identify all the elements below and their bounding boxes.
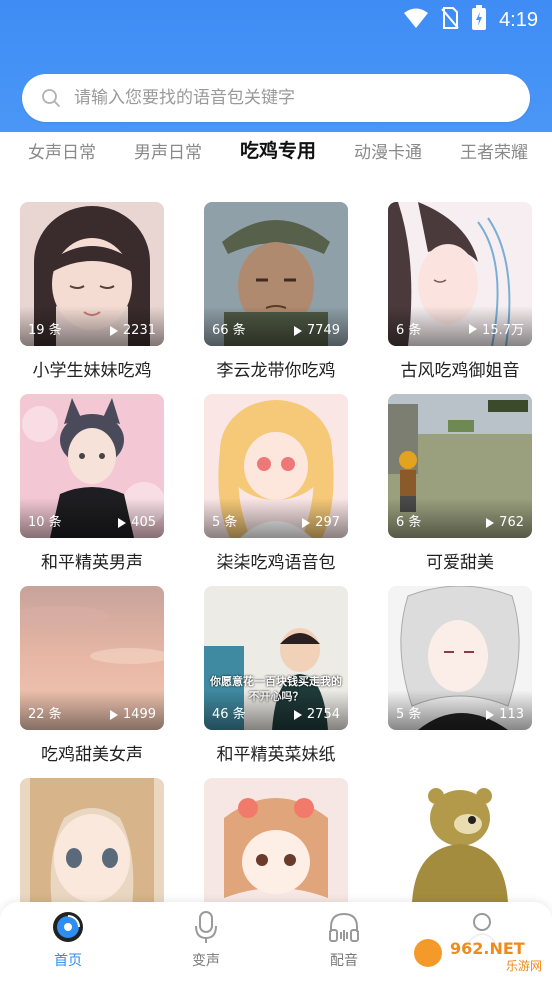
category-tabs: 女声日常 男声日常 吃鸡专用 动漫卡通 王者荣耀 <box>0 132 552 172</box>
voice-pack-card[interactable]: 66 条 7749 李云龙带你吃鸡 <box>204 202 348 381</box>
card-thumbnail <box>388 778 532 922</box>
watermark-badge: 962.NET 乐游网 <box>410 932 544 974</box>
clip-count: 66 条 <box>212 323 246 338</box>
search-icon <box>40 87 62 109</box>
card-title: 李云龙带你吃鸡 <box>216 361 336 381</box>
voice-pack-card[interactable]: 5 条 113 <box>388 586 532 740</box>
watermark-subtext: 乐游网 <box>506 959 542 973</box>
voice-pack-card[interactable]: 22 条 1499 吃鸡甜美女声 <box>20 586 164 765</box>
anime-girl-brown-hair-image <box>20 778 164 922</box>
card-thumbnail: 你愿意花一百块钱买走我的不开心吗？ 46 条 2754 <box>204 586 348 730</box>
voice-pack-grid: 19 条 2231 小学生妹妹吃鸡 66 条 7749 李云龙带你吃鸡 6 条 … <box>0 172 552 922</box>
search-input[interactable] <box>72 87 496 109</box>
voice-pack-card[interactable] <box>20 778 164 922</box>
play-count: 2231 <box>109 323 156 338</box>
play-count: 297 <box>302 515 340 530</box>
voice-pack-card[interactable]: 6 条 762 可爱甜美 <box>388 394 532 573</box>
play-icon <box>109 325 118 336</box>
play-icon <box>469 323 478 334</box>
nav-home[interactable]: 首页 <box>28 910 108 970</box>
battery-charging-icon <box>471 5 487 35</box>
card-thumbnail <box>204 778 348 922</box>
microphone-icon <box>195 911 217 943</box>
nav-voice-changer[interactable]: 变声 <box>166 910 246 970</box>
play-count: 2754 <box>293 707 340 722</box>
tab-chicken-dinner[interactable]: 吃鸡专用 <box>240 136 316 163</box>
clip-count: 6 条 <box>396 323 422 338</box>
card-thumbnail: 66 条 7749 <box>204 202 348 346</box>
clip-count: 5 条 <box>212 515 238 530</box>
voice-pack-card[interactable]: 10 条 405 和平精英男声 <box>20 394 164 573</box>
clip-count: 10 条 <box>28 515 62 530</box>
play-icon <box>293 325 302 336</box>
no-sim-icon <box>441 6 459 34</box>
home-record-icon <box>53 912 83 942</box>
chibi-girl-image <box>204 778 348 922</box>
voice-pack-card[interactable]: 6 条 15.7万 古风吃鸡御姐音 <box>388 202 532 381</box>
card-title: 吃鸡甜美女声 <box>41 745 143 765</box>
status-bar: 4:19 <box>0 0 552 40</box>
card-title: 古风吃鸡御姐音 <box>400 361 520 381</box>
card-thumbnail: 6 条 15.7万 <box>388 202 532 346</box>
card-thumbnail: 19 条 2231 <box>20 202 164 346</box>
clip-count: 22 条 <box>28 707 62 722</box>
header: 4:19 <box>0 0 552 132</box>
tab-female-daily[interactable]: 女声日常 <box>28 138 96 163</box>
search-bar[interactable] <box>22 74 530 122</box>
play-count: 1499 <box>109 707 156 722</box>
play-count: 7749 <box>293 323 340 338</box>
play-icon <box>486 709 495 720</box>
voice-pack-card[interactable] <box>204 778 348 922</box>
card-title: 可爱甜美 <box>426 553 494 573</box>
card-title: 柒柒吃鸡语音包 <box>216 553 336 573</box>
play-icon <box>293 709 302 720</box>
nav-dubbing[interactable]: 配音 <box>304 910 384 970</box>
play-icon <box>486 517 495 528</box>
cartoon-bear-image <box>388 778 532 922</box>
card-thumbnail: 22 条 1499 <box>20 586 164 730</box>
voice-pack-card[interactable]: 5 条 297 柒柒吃鸡语音包 <box>204 394 348 573</box>
watermark-logo: 962.NET 乐游网 <box>410 930 544 976</box>
tab-male-daily[interactable]: 男声日常 <box>134 138 202 163</box>
voice-pack-card[interactable]: 你愿意花一百块钱买走我的不开心吗？ 46 条 2754 和平精英菜妹纸 <box>204 586 348 765</box>
play-count: 405 <box>118 515 156 530</box>
play-count: 113 <box>486 707 524 722</box>
clip-count: 5 条 <box>396 707 422 722</box>
card-title: 小学生妹妹吃鸡 <box>32 361 152 381</box>
play-icon <box>109 709 118 720</box>
card-title: 和平精英菜妹纸 <box>216 745 336 765</box>
watermark-text: 962.NET <box>450 939 525 958</box>
tab-honor-of-kings[interactable]: 王者荣耀 <box>460 138 528 163</box>
play-count: 15.7万 <box>469 319 524 338</box>
voice-pack-card[interactable]: 19 条 2231 小学生妹妹吃鸡 <box>20 202 164 381</box>
card-thumbnail: 5 条 113 <box>388 586 532 730</box>
card-title: 和平精英男声 <box>41 553 143 573</box>
voice-pack-card[interactable] <box>388 778 532 922</box>
clip-count: 46 条 <box>212 707 246 722</box>
card-thumbnail: 6 条 762 <box>388 394 532 538</box>
card-thumbnail: 10 条 405 <box>20 394 164 538</box>
clip-count: 19 条 <box>28 323 62 338</box>
card-thumbnail <box>20 778 164 922</box>
play-icon <box>118 517 127 528</box>
wifi-icon <box>403 7 429 33</box>
tab-anime-cartoon[interactable]: 动漫卡通 <box>354 138 422 163</box>
play-icon <box>302 517 311 528</box>
card-thumbnail: 5 条 297 <box>204 394 348 538</box>
status-time: 4:19 <box>499 8 538 31</box>
clip-count: 6 条 <box>396 515 422 530</box>
headphones-icon <box>329 912 359 942</box>
play-count: 762 <box>486 515 524 530</box>
